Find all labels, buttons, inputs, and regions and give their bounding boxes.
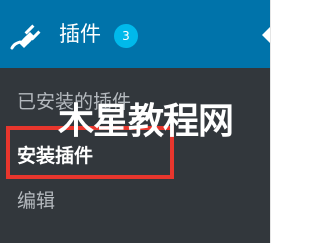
menu-plugins-label: 插件: [59, 22, 101, 46]
plugin-icon: [8, 18, 44, 54]
admin-sidebar: 插件 3 已安装的插件 安装插件 编辑: [0, 0, 270, 243]
menu-plugins[interactable]: 插件 3: [0, 0, 270, 68]
submenu-plugin-editor[interactable]: 编辑: [17, 188, 55, 214]
submenu-add-new-plugin[interactable]: 安装插件: [17, 143, 93, 169]
update-count-badge: 3: [114, 24, 138, 48]
submenu-installed-plugins[interactable]: 已安装的插件: [17, 89, 131, 115]
content-area-edge: [270, 0, 285, 243]
